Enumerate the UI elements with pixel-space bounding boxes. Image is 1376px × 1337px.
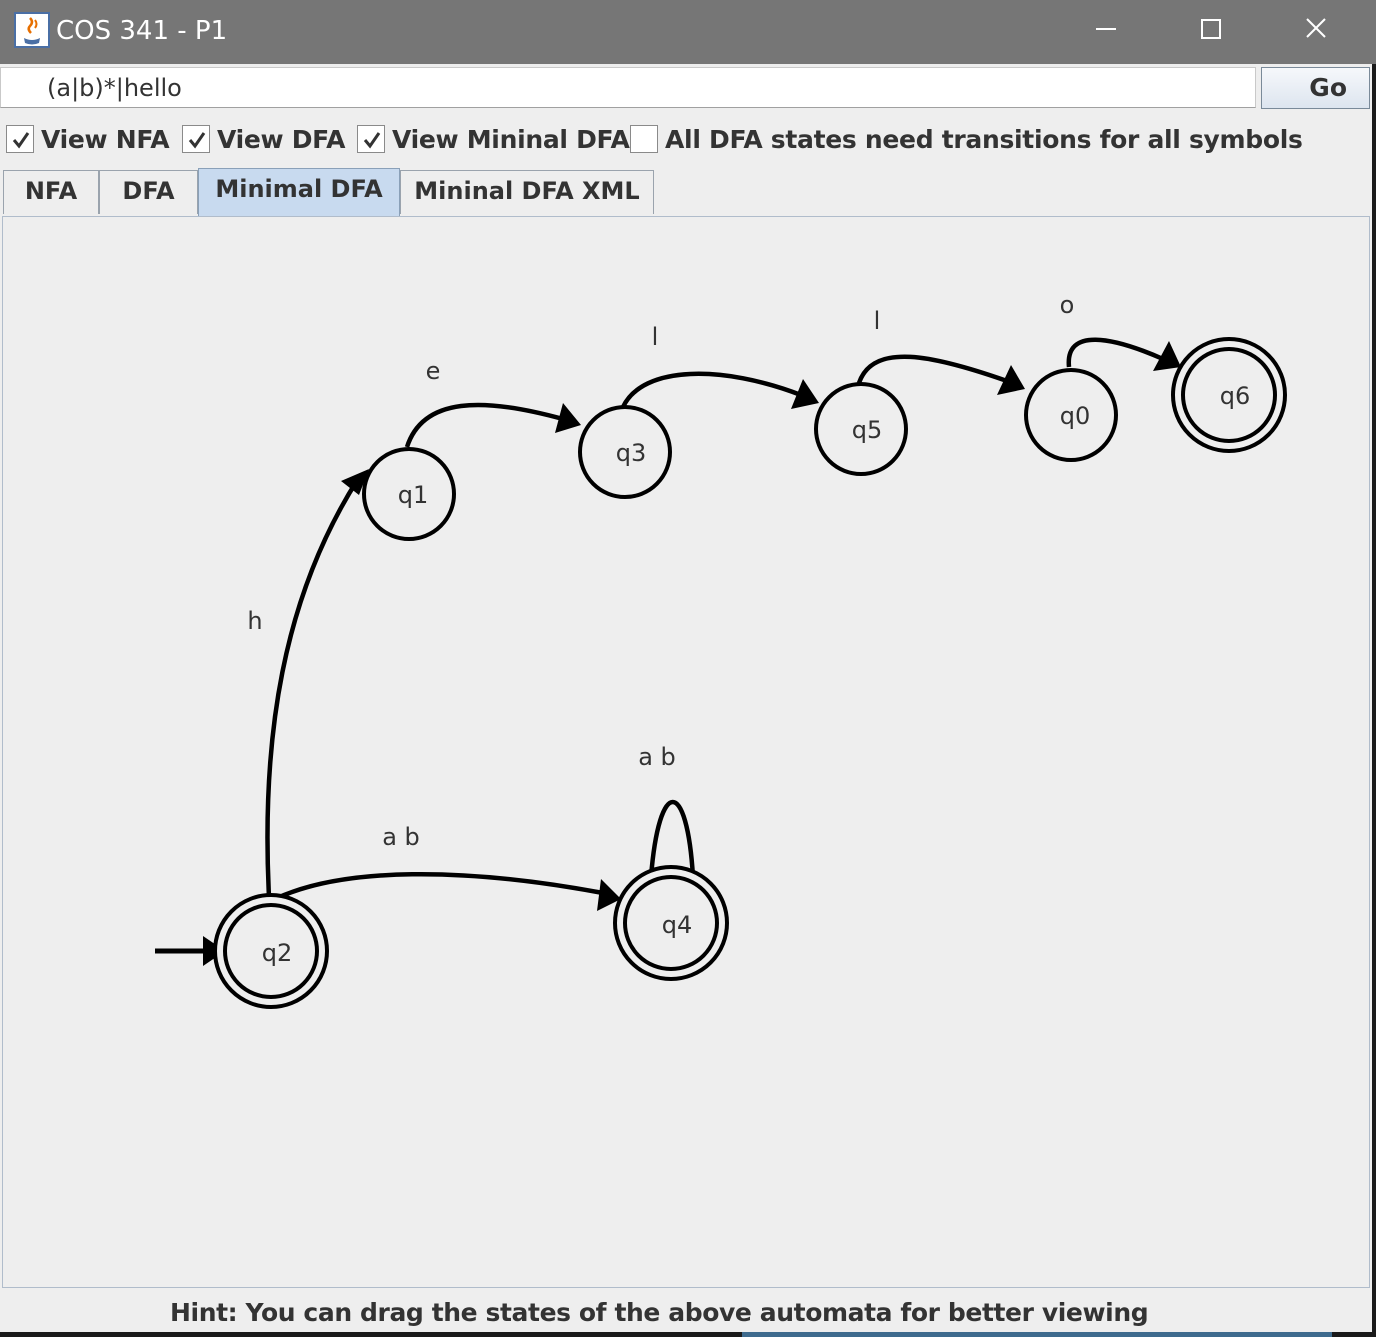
checkbox-box[interactable] [357,125,385,153]
regex-input[interactable]: (a|b)*|hello [0,67,1256,108]
state-label: q3 [616,439,647,467]
tab-strip: NFA DFA Minimal DFA Mininal DFA XML [0,168,1372,216]
close-button[interactable] [1266,0,1366,60]
hint-text: Hint: You can drag the states of the abo… [170,1298,1149,1327]
edge-label: l [874,307,881,335]
window-content: (a|b)*|hello Go View NFA View DFA View M… [0,64,1372,1332]
state-label: q4 [662,911,693,939]
state-q5[interactable]: q5 [814,382,908,476]
edge-q2-q4: a b [274,823,621,911]
edge-label: e [426,357,441,385]
tab-dfa[interactable]: DFA [99,170,198,214]
edge-label: o [1060,291,1075,319]
state-label: q6 [1220,382,1251,410]
state-q4[interactable]: q4 [613,865,729,981]
title-bar: COS 341 - P1 [0,0,1376,64]
close-icon [1306,18,1326,38]
hint-bar: Hint: You can drag the states of the abo… [0,1294,1372,1332]
view-dfa-label: View DFA [217,125,346,154]
edge-q0-q6: o [1060,291,1181,371]
tab-nfa[interactable]: NFA [3,170,99,214]
all-transitions-label: All DFA states need transitions for all … [665,125,1303,154]
state-q2[interactable]: q2 [213,893,329,1009]
checkmark-icon [363,132,381,149]
edge-label: a b [382,823,420,851]
maximize-button[interactable] [1161,0,1261,60]
edge-label: a b [638,743,676,771]
checkmark-icon [188,132,206,149]
state-q3[interactable]: q3 [578,405,672,499]
state-label: q2 [262,939,293,967]
checkbox-box[interactable] [182,125,210,153]
automaton-canvas[interactable]: h e l l o a b a b q1 q3 q5 q0 q6 q4 q2 [2,216,1370,1288]
checkbox-box[interactable] [6,125,34,153]
window-title: COS 341 - P1 [56,16,228,46]
go-button[interactable]: Go [1261,67,1370,109]
view-nfa-label: View NFA [41,125,170,154]
minimize-icon [1096,28,1116,30]
minimize-button[interactable] [1056,0,1156,60]
edge-q2-q1: h [247,469,369,898]
checkmark-icon [12,132,30,149]
state-q0[interactable]: q0 [1024,368,1118,462]
edge-label: l [652,323,659,351]
checkbox-box[interactable] [630,125,658,153]
maximize-icon [1201,19,1221,39]
edge-q5-q0: l [856,307,1025,395]
view-min-dfa-label: View Mininal DFA [392,125,630,154]
options-row: View NFA View DFA View Mininal DFA All D… [0,119,1372,159]
state-q1[interactable]: q1 [362,447,456,541]
edge-q4-self-loop: a b [638,743,696,878]
tab-minimal-dfa-xml[interactable]: Mininal DFA XML [400,170,654,214]
automaton-graph: h e l l o a b a b q1 q3 q5 q0 q6 q4 q2 [155,291,1287,1009]
state-q6[interactable]: q6 [1171,337,1287,453]
edge-q3-q5: l [620,323,819,409]
edge-label: h [247,607,262,635]
tab-minimal-dfa[interactable]: Minimal DFA [198,168,400,216]
java-cup-icon [14,12,50,48]
edge-q1-q3: e [404,357,581,448]
state-label: q0 [1060,402,1091,430]
state-label: q1 [398,481,429,509]
taskbar-strip [742,1332,1332,1337]
state-label: q5 [852,416,883,444]
